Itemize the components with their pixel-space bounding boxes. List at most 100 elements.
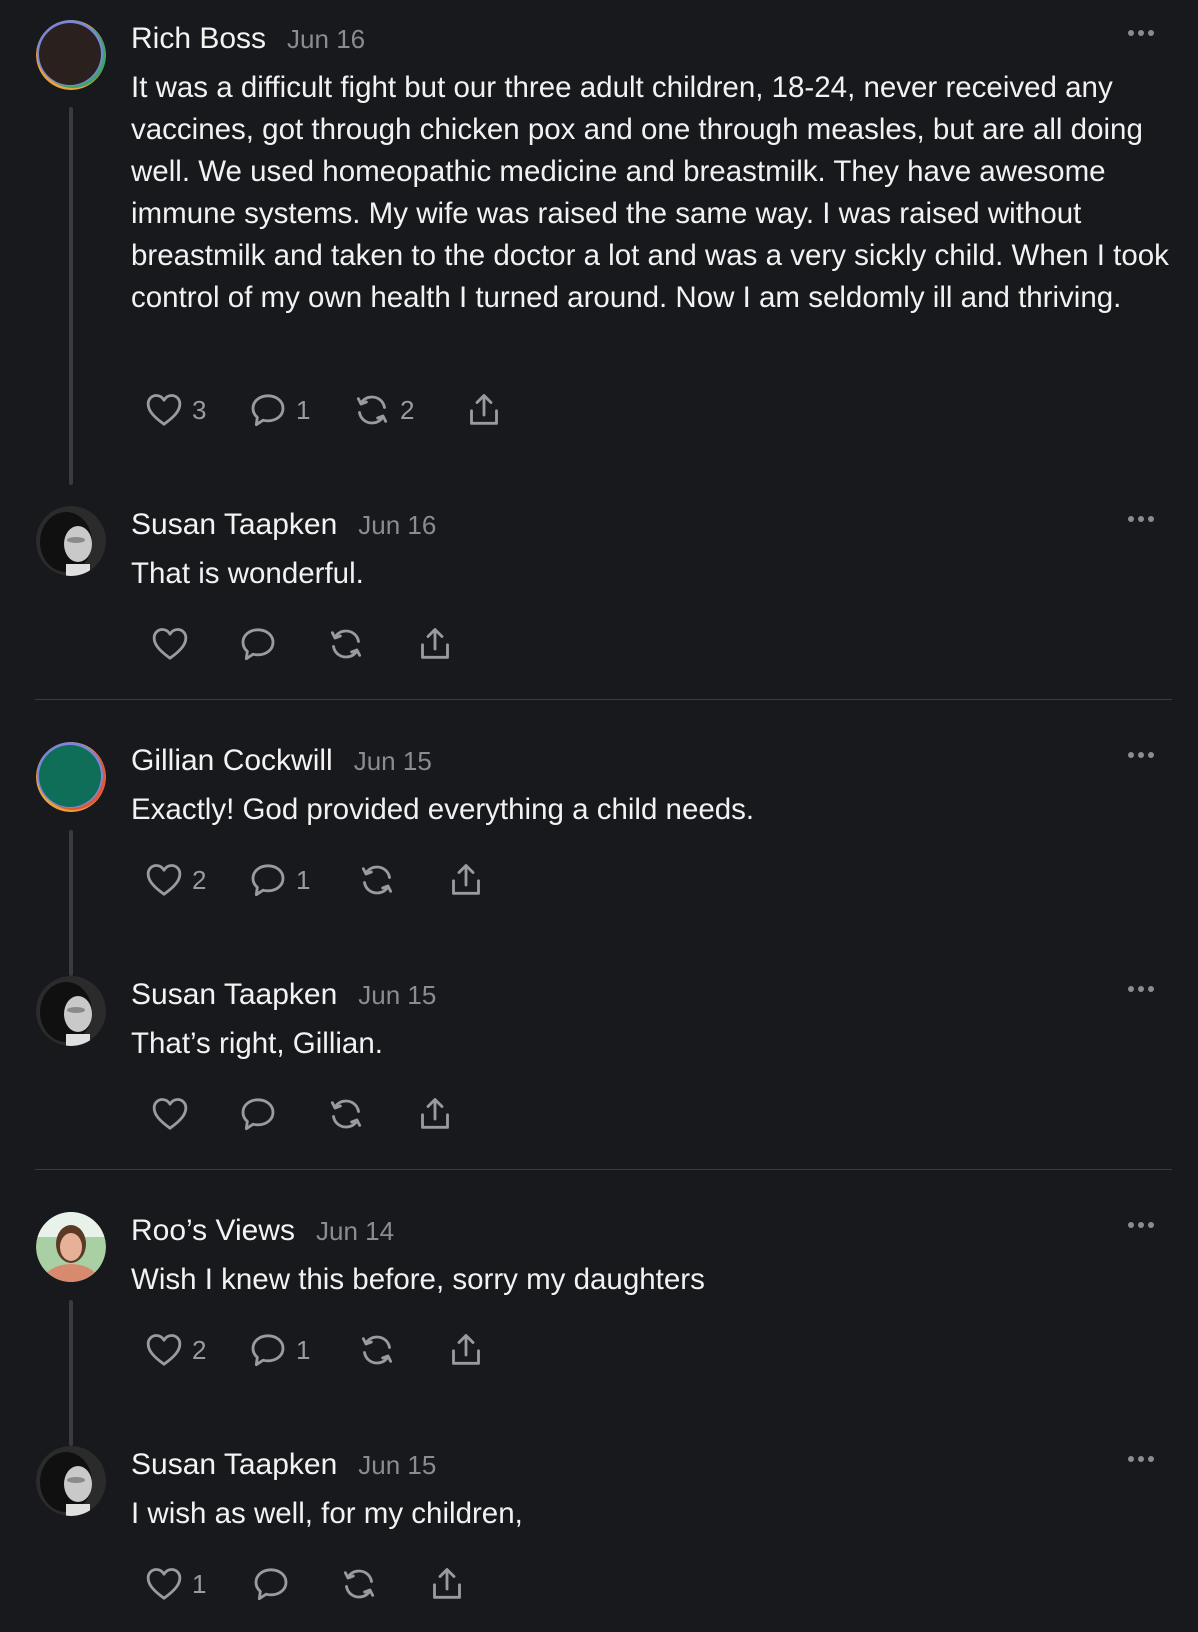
repost-count: 2: [400, 394, 415, 425]
more-dots-icon[interactable]: [1128, 982, 1154, 996]
repost-icon: [357, 860, 397, 900]
heart-icon: [144, 1330, 184, 1370]
reply-count: 1: [296, 1334, 311, 1365]
post-text: Wish I knew this before, sorry my daught…: [131, 1263, 705, 1296]
reply-button[interactable]: 1: [248, 390, 310, 430]
heart-icon: [144, 860, 184, 900]
share-button[interactable]: [427, 1564, 467, 1604]
reply-feed: Rich Boss Jun 16 It was a difficult figh…: [0, 0, 1198, 1632]
post-header: Rich Boss Jun 16: [131, 22, 365, 56]
like-count: 1: [192, 1568, 207, 1599]
author-name[interactable]: Rich Boss: [131, 22, 266, 56]
reply-button[interactable]: 1: [248, 860, 310, 900]
like-button[interactable]: [150, 1094, 190, 1134]
post-header: Roo’s Views Jun 14: [131, 1214, 394, 1248]
repost-button[interactable]: [357, 1330, 397, 1370]
share-button[interactable]: [415, 624, 455, 664]
repost-icon: [339, 1564, 379, 1604]
avatar[interactable]: [36, 976, 106, 1046]
more-dots-icon[interactable]: [1128, 1452, 1154, 1466]
like-button[interactable]: 1: [144, 1564, 206, 1604]
heart-icon: [150, 624, 190, 664]
share-button[interactable]: [446, 860, 486, 900]
more-dots-icon[interactable]: [1128, 512, 1154, 526]
like-button[interactable]: [150, 624, 190, 664]
reply-count: 1: [296, 394, 311, 425]
repost-icon: [326, 1094, 366, 1134]
share-icon: [415, 624, 455, 664]
heart-icon: [150, 1094, 190, 1134]
share-button[interactable]: [446, 1330, 486, 1370]
more-dots-icon[interactable]: [1128, 26, 1154, 40]
post-text: That is wonderful.: [131, 557, 364, 590]
share-button[interactable]: [464, 390, 504, 430]
comment-icon: [251, 1564, 291, 1604]
post-date[interactable]: Jun 14: [316, 1216, 394, 1247]
more-dots-icon[interactable]: [1128, 748, 1154, 762]
heart-icon: [144, 1564, 184, 1604]
repost-button[interactable]: [326, 624, 366, 664]
post-date[interactable]: Jun 15: [358, 1450, 436, 1481]
post-rich-boss[interactable]: Rich Boss Jun 16 It was a difficult figh…: [0, 0, 1198, 490]
post-date[interactable]: Jun 16: [358, 510, 436, 541]
reply-button[interactable]: [251, 1564, 291, 1604]
post-susan-taapken[interactable]: Susan Taapken Jun 15 That’s right, Gilli…: [0, 956, 1198, 1170]
repost-button[interactable]: [339, 1564, 379, 1604]
author-name[interactable]: Susan Taapken: [131, 508, 337, 542]
divider: [35, 1169, 1172, 1170]
post-text: It was a difficult fight but our three a…: [131, 71, 1169, 314]
author-name[interactable]: Gillian Cockwill: [131, 744, 333, 778]
avatar[interactable]: [36, 1212, 106, 1282]
like-count: 3: [192, 394, 207, 425]
share-icon: [415, 1094, 455, 1134]
heart-icon: [144, 390, 184, 430]
post-text: That’s right, Gillian.: [131, 1027, 383, 1060]
reply-count: 1: [296, 864, 311, 895]
share-icon: [446, 860, 486, 900]
post-susan-taapken[interactable]: Susan Taapken Jun 16 That is wonderful.: [0, 486, 1198, 700]
author-name[interactable]: Susan Taapken: [131, 1448, 337, 1482]
author-name[interactable]: Roo’s Views: [131, 1214, 295, 1248]
post-roos-views[interactable]: Roo’s Views Jun 14 Wish I knew this befo…: [0, 1192, 1198, 1446]
post-text: I wish as well, for my children,: [131, 1497, 523, 1530]
comment-icon: [238, 624, 278, 664]
comment-icon: [248, 860, 288, 900]
post-header: Susan Taapken Jun 15: [131, 1448, 436, 1482]
post-date[interactable]: Jun 15: [358, 980, 436, 1011]
post-header: Gillian Cockwill Jun 15: [131, 744, 432, 778]
like-count: 2: [192, 864, 207, 895]
post-header: Susan Taapken Jun 15: [131, 978, 436, 1012]
share-icon: [464, 390, 504, 430]
avatar[interactable]: [36, 1446, 106, 1516]
share-icon: [427, 1564, 467, 1604]
author-name[interactable]: Susan Taapken: [131, 978, 337, 1012]
post-text: Exactly! God provided everything a child…: [131, 793, 755, 826]
like-button[interactable]: 3: [144, 390, 206, 430]
repost-button[interactable]: 2: [352, 390, 414, 430]
like-button[interactable]: 2: [144, 860, 206, 900]
repost-icon: [357, 1330, 397, 1370]
repost-button[interactable]: [357, 860, 397, 900]
avatar[interactable]: [36, 20, 106, 90]
thread-line: [69, 830, 73, 976]
thread-line: [69, 107, 73, 485]
post-date[interactable]: Jun 15: [354, 746, 432, 777]
avatar[interactable]: [36, 506, 106, 576]
post-date[interactable]: Jun 16: [287, 24, 365, 55]
post-susan-taapken[interactable]: Susan Taapken Jun 15 I wish as well, for…: [0, 1426, 1198, 1632]
post-header: Susan Taapken Jun 16: [131, 508, 436, 542]
share-button[interactable]: [415, 1094, 455, 1134]
reply-button[interactable]: [238, 1094, 278, 1134]
reply-button[interactable]: [238, 624, 278, 664]
thread-line: [69, 1300, 73, 1446]
reply-button[interactable]: 1: [248, 1330, 310, 1370]
more-dots-icon[interactable]: [1128, 1218, 1154, 1232]
repost-button[interactable]: [326, 1094, 366, 1134]
like-button[interactable]: 2: [144, 1330, 206, 1370]
avatar[interactable]: [36, 742, 106, 812]
divider: [35, 699, 1172, 700]
repost-icon: [352, 390, 392, 430]
comment-icon: [248, 1330, 288, 1370]
share-icon: [446, 1330, 486, 1370]
post-gillian-cockwill[interactable]: Gillian Cockwill Jun 15 Exactly! God pro…: [0, 722, 1198, 976]
